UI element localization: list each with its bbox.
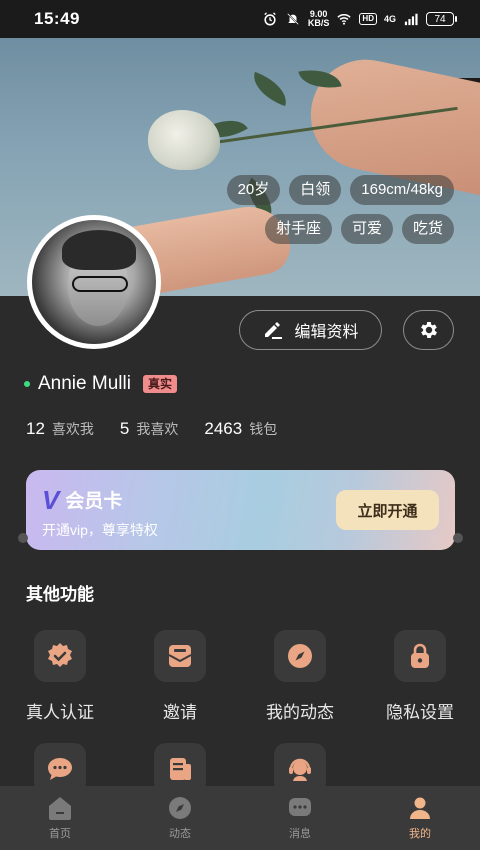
net-speed-unit: KB/S bbox=[307, 18, 330, 28]
feature-verify-icon-box bbox=[34, 630, 86, 682]
compass-icon bbox=[169, 797, 191, 819]
wifi-icon bbox=[337, 14, 352, 25]
profile-tags: 20岁 白领 169cm/48kg 射手座 可爱 吃货 bbox=[226, 175, 454, 244]
tag-hobby: 吃货 bbox=[401, 214, 454, 244]
status-icons: 9.00 KB/S HD 4G 74 bbox=[262, 10, 457, 28]
mute-bell-icon bbox=[287, 13, 299, 25]
name-row: Annie Mulli 真实 bbox=[24, 373, 177, 395]
tag-occupation: 白领 bbox=[289, 175, 342, 205]
net-speed: 9.00 KB/S bbox=[308, 10, 330, 28]
tag-row-1: 20岁 白领 169cm/48kg bbox=[226, 175, 454, 205]
feature-privacy-label: 隐私设置 bbox=[386, 703, 454, 722]
stat-wallet[interactable]: 2463 钱包 bbox=[204, 419, 277, 439]
tag-personality: 可爱 bbox=[340, 214, 393, 244]
pencil-icon bbox=[265, 322, 283, 339]
cover-art-leaf bbox=[247, 71, 293, 107]
document-icon bbox=[170, 758, 191, 780]
status-bar: 15:49 9.00 KB/S HD 4G 74 bbox=[0, 0, 480, 38]
profile-stats: 12 喜欢我 5 我喜欢 2463 钱包 bbox=[26, 419, 303, 439]
stat-i-liked-label: 我喜欢 bbox=[136, 421, 179, 437]
stat-liked-me[interactable]: 12 喜欢我 bbox=[26, 419, 94, 439]
vip-logo: V 会员卡 bbox=[42, 486, 122, 513]
tab-messages-label: 消息 bbox=[289, 828, 311, 840]
hd-badge: HD bbox=[359, 13, 377, 25]
tab-mine[interactable]: 我的 bbox=[360, 786, 480, 850]
edit-profile-label: 编辑资料 bbox=[294, 324, 359, 341]
signal-icon bbox=[404, 13, 418, 26]
compass-icon bbox=[288, 644, 312, 668]
avatar-hair bbox=[62, 230, 136, 270]
lock-icon bbox=[411, 643, 429, 668]
other-features-title: 其他功能 bbox=[26, 585, 94, 604]
vip-open-button[interactable]: 立即开通 bbox=[336, 490, 439, 530]
tag-age: 20岁 bbox=[226, 175, 281, 205]
vip-subtitle: 开通vip，尊享特权 bbox=[42, 522, 158, 538]
gear-icon bbox=[420, 322, 437, 338]
edit-profile-button[interactable]: 编辑资料 bbox=[239, 310, 382, 350]
feature-verify[interactable]: 真人认证 bbox=[0, 630, 120, 723]
message-icon bbox=[289, 798, 311, 816]
clock: 15:49 bbox=[34, 9, 80, 28]
stat-liked-me-label: 喜欢我 bbox=[51, 421, 94, 437]
vip-card-edge bbox=[18, 533, 28, 543]
user-name: Annie Mulli bbox=[38, 373, 131, 394]
home-icon bbox=[49, 797, 71, 820]
feature-invite[interactable]: 邀请 bbox=[120, 630, 240, 723]
settings-button[interactable] bbox=[403, 310, 454, 350]
feature-privacy-icon-box bbox=[394, 630, 446, 682]
tab-home-label: 首页 bbox=[49, 828, 71, 840]
alarm-icon bbox=[264, 12, 276, 26]
tab-messages[interactable]: 消息 bbox=[240, 786, 360, 850]
feature-my-posts[interactable]: 我的动态 bbox=[240, 630, 360, 723]
stat-i-liked-count: 5 bbox=[119, 419, 130, 438]
tab-moments[interactable]: 动态 bbox=[120, 786, 240, 850]
verified-badge: 真实 bbox=[142, 375, 177, 393]
verify-badge-icon bbox=[48, 643, 72, 667]
tag-row-2: 射手座 可爱 吃货 bbox=[264, 214, 454, 244]
tag-height-weight: 169cm/48kg bbox=[350, 175, 454, 205]
vip-v-icon: V bbox=[42, 484, 60, 515]
vip-card[interactable]: V 会员卡 开通vip，尊享特权 立即开通 bbox=[18, 470, 463, 550]
feature-privacy[interactable]: 隐私设置 bbox=[360, 630, 480, 723]
person-icon bbox=[410, 797, 430, 819]
online-status-dot bbox=[24, 381, 30, 387]
customer-service-icon bbox=[289, 758, 311, 781]
cover-art-rose bbox=[148, 110, 220, 170]
envelope-icon bbox=[168, 645, 192, 667]
chat-bubble-icon bbox=[48, 758, 72, 780]
stat-wallet-amount: 2463 bbox=[204, 419, 243, 438]
stat-wallet-label: 钱包 bbox=[249, 421, 278, 437]
vip-card-edge bbox=[453, 533, 463, 543]
feature-invite-icon-box bbox=[154, 630, 206, 682]
tag-zodiac: 射手座 bbox=[264, 214, 332, 244]
avatar-glasses bbox=[72, 276, 128, 292]
stat-i-liked[interactable]: 5 我喜欢 bbox=[120, 419, 178, 439]
vip-title: 会员卡 bbox=[65, 491, 123, 512]
network-type: 4G bbox=[383, 14, 396, 24]
battery-indicator: 74 bbox=[426, 12, 457, 26]
avatar[interactable] bbox=[27, 215, 161, 349]
tab-moments-label: 动态 bbox=[169, 828, 191, 840]
tab-home[interactable]: 首页 bbox=[0, 786, 120, 850]
feature-verify-label: 真人认证 bbox=[26, 703, 94, 722]
feature-my-posts-label: 我的动态 bbox=[266, 703, 334, 722]
tab-mine-label: 我的 bbox=[409, 828, 431, 840]
stat-liked-me-count: 12 bbox=[26, 419, 45, 438]
feature-my-posts-icon-box bbox=[274, 630, 326, 682]
feature-invite-label: 邀请 bbox=[163, 703, 197, 722]
bottom-tab-bar: 首页 动态 消息 我的 bbox=[0, 786, 480, 850]
